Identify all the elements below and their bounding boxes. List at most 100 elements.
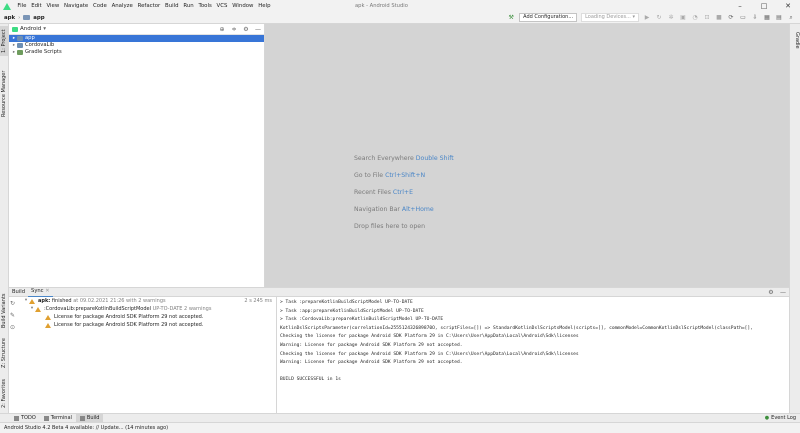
- navigation-bar: apk › app ⚒ Add Configuration... Loading…: [0, 12, 800, 24]
- hint-shortcut: Alt+Home: [401, 206, 434, 213]
- debug-icon[interactable]: ✲: [666, 13, 676, 22]
- structure-tab[interactable]: Z: Structure: [0, 336, 9, 370]
- warning-icon: [29, 298, 35, 304]
- sdk-manager-icon[interactable]: ⇩: [750, 13, 760, 22]
- menu-help[interactable]: Help: [256, 0, 273, 12]
- collapse-all-icon[interactable]: ≑: [229, 25, 239, 34]
- bottom-tab-build[interactable]: Build: [75, 414, 104, 422]
- build-side-tools: ↻ ✎ ⊙: [10, 298, 18, 334]
- menu-analyze[interactable]: Analyze: [109, 0, 135, 12]
- output-line: Warning: License for package Android SDK…: [280, 360, 463, 366]
- project-tool-tab[interactable]: 1: Project: [0, 26, 9, 56]
- pin-icon[interactable]: ✎: [10, 310, 18, 322]
- menu-view[interactable]: View: [44, 0, 62, 12]
- output-line: Warning: License for package Android SDK…: [280, 342, 463, 348]
- gradle-tab[interactable]: Gradle: [790, 28, 800, 52]
- breadcrumb-module[interactable]: app: [23, 15, 45, 21]
- output-line: > Task :prepareKotlinBuildScriptModel UP…: [280, 300, 413, 305]
- hint-text: Navigation Bar: [354, 206, 400, 213]
- status-bar[interactable]: Android Studio 4.2 Beta 4 available: // …: [0, 422, 800, 433]
- search-icon[interactable]: ⌕: [786, 13, 796, 22]
- project-tree-item-label: Gradle Scripts: [25, 49, 62, 55]
- menu-refactor[interactable]: Refactor: [135, 0, 162, 12]
- close-tab-icon[interactable]: ✕: [45, 288, 49, 294]
- menu-run[interactable]: Run: [181, 0, 196, 12]
- profile-icon[interactable]: ◔: [690, 13, 700, 22]
- output-line: BUILD SUCCESSFUL in 1s: [280, 377, 341, 383]
- menu-build[interactable]: Build: [163, 0, 181, 12]
- menu-items: File Edit View Navigate Code Analyze Refactor B…: [15, 0, 273, 12]
- project-tree-item[interactable]: ▸ app: [9, 35, 264, 42]
- restart-icon[interactable]: ↻: [10, 298, 18, 310]
- hide-panel-icon[interactable]: —: [778, 288, 788, 297]
- build-tab-label[interactable]: Build: [9, 288, 28, 297]
- hint-text: Go to File: [354, 172, 384, 179]
- build-root-row[interactable]: ▾ apk: finished at 09.02.2021 21:26 with…: [9, 297, 276, 305]
- menu-vcs[interactable]: VCS: [214, 0, 230, 12]
- project-tree-item-label: app: [25, 35, 35, 41]
- todo-icon: [14, 415, 19, 421]
- build-panel-header: Build Sync ✕ ⚙ —: [9, 287, 789, 297]
- close-window-button[interactable]: ✕: [776, 0, 800, 12]
- build-task-row[interactable]: ▾ :CordovaLib:prepareKotlinBuildScriptMo…: [9, 305, 276, 313]
- android-icon: [12, 26, 18, 32]
- avd-manager-icon[interactable]: ▭: [738, 13, 748, 22]
- menu-window[interactable]: Window: [230, 0, 256, 12]
- project-structure-icon[interactable]: ▤: [774, 13, 784, 22]
- gear-icon[interactable]: ⚙: [241, 25, 251, 34]
- chevron-down-icon[interactable]: ▾: [43, 26, 46, 32]
- project-tree-item[interactable]: ▸ CordovaLib: [9, 42, 264, 49]
- editor-hint: Navigation Bar Alt+Home: [354, 206, 434, 213]
- breadcrumb-project[interactable]: apk: [4, 15, 15, 21]
- hide-panel-icon[interactable]: —: [253, 25, 263, 34]
- event-log-tab[interactable]: ● Event Log: [761, 414, 800, 422]
- filter-icon[interactable]: ⊙: [10, 322, 18, 334]
- android-studio-logo-icon: [3, 2, 11, 10]
- menu-code[interactable]: Code: [91, 0, 110, 12]
- project-view-selector[interactable]: Android: [20, 26, 41, 32]
- menu-tools[interactable]: Tools: [196, 0, 214, 12]
- build-output-console[interactable]: > Task :prepareKotlinBuildScriptModel UP…: [277, 297, 789, 413]
- apply-changes-icon[interactable]: ↻: [654, 13, 664, 22]
- gradle-icon: [17, 50, 23, 55]
- warning-icon: [45, 314, 51, 320]
- menu-navigate[interactable]: Navigate: [62, 0, 91, 12]
- minimize-button[interactable]: –: [728, 0, 752, 12]
- bottom-tab-terminal[interactable]: Terminal: [40, 414, 76, 422]
- build-tree: ▾ apk: finished at 09.02.2021 21:26 with…: [9, 297, 277, 413]
- bottom-tab-label: Terminal: [50, 415, 72, 421]
- layout-inspector-icon[interactable]: ▦: [762, 13, 772, 22]
- hammer-build-icon[interactable]: ⚒: [506, 13, 516, 22]
- editor-empty-area: Search Everywhere Double Shift Go to File…: [265, 24, 789, 287]
- attach-debugger-icon[interactable]: ⊡: [702, 13, 712, 22]
- build-warning-row[interactable]: License for package Android SDK Platform…: [9, 321, 276, 329]
- bottom-tab-todo[interactable]: TODO: [10, 414, 40, 422]
- build-variants-tab[interactable]: Build Variants: [0, 292, 9, 330]
- hint-shortcut: Ctrl+Shift+N: [385, 172, 426, 179]
- menu-edit[interactable]: Edit: [29, 0, 44, 12]
- gear-icon[interactable]: ⚙: [766, 288, 776, 297]
- locate-icon[interactable]: ⊕: [217, 25, 227, 34]
- menu-file[interactable]: File: [15, 0, 29, 12]
- folder-icon: [23, 15, 31, 20]
- window-title: apk - Android Studio: [355, 3, 408, 9]
- project-tree-item-label: CordovaLib: [25, 42, 55, 48]
- build-warning-row[interactable]: License for package Android SDK Platform…: [9, 313, 276, 321]
- sync-tab[interactable]: Sync ✕: [28, 287, 53, 297]
- editor-hint: Drop files here to open: [354, 223, 425, 230]
- warning-icon: [35, 306, 41, 312]
- project-tree-item[interactable]: ▸ Gradle Scripts: [9, 49, 264, 56]
- run-icon[interactable]: ▶: [642, 13, 652, 22]
- add-configuration-button[interactable]: Add Configuration...: [519, 13, 578, 22]
- favorites-tab[interactable]: 2: Favorites: [0, 376, 9, 410]
- status-text[interactable]: Android Studio 4.2 Beta 4 available: // …: [4, 425, 168, 431]
- resource-manager-tab[interactable]: Resource Manager: [0, 64, 9, 124]
- coverage-icon[interactable]: ▣: [678, 13, 688, 22]
- maximize-button[interactable]: □: [752, 0, 776, 12]
- warning-text: License for package Android SDK Platform…: [54, 314, 204, 320]
- project-tree: ▸ app ▸ CordovaLib ▸ Gradle Scripts: [9, 35, 264, 56]
- stop-icon[interactable]: ■: [714, 13, 724, 22]
- sync-gradle-icon[interactable]: ⟳: [726, 13, 736, 22]
- device-selector[interactable]: Loading Devices... ▾: [581, 13, 639, 22]
- editor-hint: Search Everywhere Double Shift: [354, 155, 454, 162]
